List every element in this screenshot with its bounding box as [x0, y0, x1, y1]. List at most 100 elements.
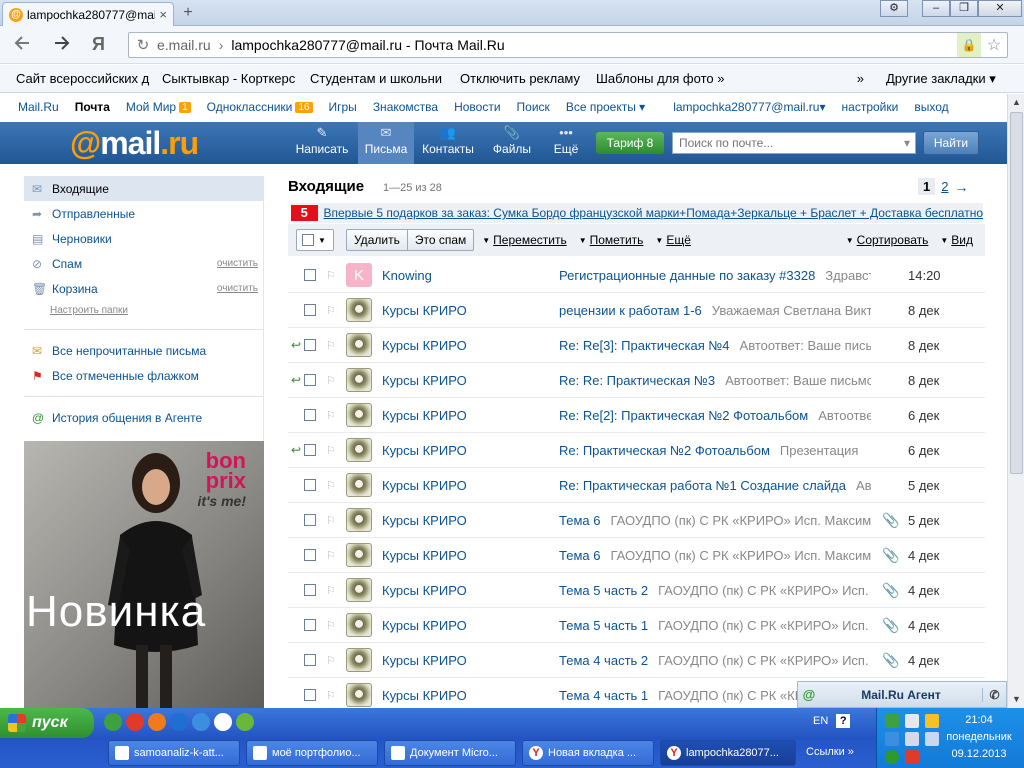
message-checkbox[interactable]	[304, 269, 316, 281]
compose-button[interactable]: ✎ Написать	[292, 122, 352, 164]
configure-folders-link[interactable]: Настроить папки	[24, 301, 264, 321]
message-subject-cell[interactable]: рецензии к работам 1-6 Уважаемая Светлана…	[559, 303, 871, 318]
portal-link-mailru[interactable]: Mail.Ru	[0, 100, 67, 114]
message-subject-cell[interactable]: Тема 5 часть 2 ГАОУДПО (пк) С РК «КРИРО» …	[559, 583, 871, 598]
clock[interactable]: 21:04 понедельник 09.12.2013	[940, 712, 1018, 763]
browser-tab[interactable]: @ lampochka280777@mail. ×	[2, 2, 174, 26]
sender-name[interactable]: Курсы КРИРО	[382, 548, 467, 563]
message-row[interactable]: ↩ ⚐ Курсы КРИРО Re: Практическая №2 Фотоаль…	[288, 433, 985, 468]
message-checkbox[interactable]	[304, 689, 316, 701]
message-row[interactable]: ⚐ Курсы КРИРО Тема 4 часть 2 ГАОУДПО (пк) С…	[288, 643, 985, 678]
agent-tray-icon[interactable]	[885, 750, 899, 764]
mailru-logo[interactable]: @mail.ru	[70, 127, 199, 159]
close-window-button[interactable]: ✕	[978, 0, 1022, 17]
opera-icon[interactable]	[126, 713, 144, 731]
message-subject-cell[interactable]: Тема 6 ГАОУДПО (пк) С РК «КРИРО» Исп. Мак…	[559, 513, 871, 528]
flag-icon[interactable]: ⚐	[326, 304, 338, 317]
portal-link-news[interactable]: Новости	[446, 100, 508, 114]
forward-button[interactable]	[50, 34, 74, 56]
delete-button[interactable]: Удалить	[346, 229, 408, 251]
portal-link-my-world[interactable]: Мой Мир 1	[118, 100, 199, 114]
attachment-icon[interactable]: 📎	[882, 547, 899, 564]
tray-icon[interactable]	[885, 714, 899, 728]
sender-name[interactable]: Курсы КРИРО	[382, 303, 467, 318]
torrent-icon[interactable]	[236, 713, 254, 731]
settings-link[interactable]: настройки	[834, 100, 907, 114]
promo-link[interactable]: Впервые 5 подарков за заказ: Сумка Бордо…	[324, 206, 984, 220]
message-checkbox[interactable]	[304, 514, 316, 526]
sender-name[interactable]: Курсы КРИРО	[382, 583, 467, 598]
bookmark-item[interactable]: Сайт всероссийских д	[0, 71, 154, 86]
sort-menu[interactable]: ▼ Сортировать	[846, 233, 929, 247]
tray-icon[interactable]	[925, 732, 939, 746]
message-subject-cell[interactable]: Re: Re: Практическая №3 Автоответ: Ваше п…	[559, 373, 871, 388]
message-checkbox[interactable]	[304, 619, 316, 631]
minimize-button[interactable]: –	[922, 0, 950, 17]
message-checkbox[interactable]	[304, 584, 316, 596]
sender-name[interactable]: Курсы КРИРО	[382, 443, 467, 458]
sender-name[interactable]: Курсы КРИРО	[382, 688, 467, 703]
page-link[interactable]: 2	[935, 179, 954, 194]
message-row[interactable]: ↩ ⚐ Курсы КРИРО Re: Re: Практическая №3 Авто…	[288, 363, 985, 398]
message-subject-cell[interactable]: Тема 5 часть 1 ГАОУДПО (пк) С РК «КРИРО» …	[559, 618, 871, 633]
bookmark-item[interactable]: Студентам и школьни	[302, 71, 452, 86]
taskbar-item[interactable]: Y Новая вкладка ...	[522, 740, 654, 766]
filter-flagged[interactable]: ⚑ Все отмеченные флажком	[24, 363, 264, 388]
firefox-icon[interactable]	[148, 713, 166, 731]
address-bar[interactable]: ↻ e.mail.ru › lampochka280777@mail.ru - …	[128, 32, 1008, 58]
select-all-checkbox[interactable]: ▼	[296, 229, 334, 251]
help-icon[interactable]: ?	[836, 714, 851, 728]
sender-name[interactable]: Курсы КРИРО	[382, 618, 467, 633]
message-row[interactable]: ⚐ Курсы КРИРО Тема 5 часть 2 ГАОУДПО (пк) С…	[288, 573, 985, 608]
portal-link-odnoklassniki[interactable]: Одноклассники 16	[199, 100, 321, 114]
flag-icon[interactable]: ⚐	[326, 549, 338, 562]
flag-icon[interactable]: ⚐	[326, 689, 338, 702]
browser-settings-button[interactable]: ⚙	[880, 0, 908, 17]
view-menu[interactable]: ▼ Вид	[940, 233, 973, 247]
media-player-icon[interactable]	[170, 713, 188, 731]
advertisement-banner[interactable]: bon prix it's me! Новинка	[24, 441, 264, 708]
bookmarks-overflow-button[interactable]: »	[730, 71, 878, 86]
folder-spam[interactable]: ⊘ Спам очистить	[24, 251, 264, 276]
attachment-icon[interactable]: 📎	[882, 617, 899, 634]
chevron-down-icon[interactable]: ▾	[899, 136, 915, 150]
message-checkbox[interactable]	[304, 304, 316, 316]
other-bookmarks-button[interactable]: Другие закладки ▾	[878, 71, 1008, 87]
portal-link-search[interactable]: Поиск	[509, 100, 558, 114]
flag-icon[interactable]: ⚐	[326, 374, 338, 387]
find-button[interactable]: Найти	[923, 131, 979, 155]
sender-name[interactable]: Курсы КРИРО	[382, 513, 467, 528]
bookmark-star-icon[interactable]: ☆	[981, 35, 1007, 55]
message-row[interactable]: ⚐ Курсы КРИРО Тема 6 ГАОУДПО (пк) С РК «КРИ…	[288, 503, 985, 538]
attachment-icon[interactable]: 📎	[882, 652, 899, 669]
sender-name[interactable]: Knowing	[382, 268, 432, 283]
network-icon[interactable]	[104, 713, 122, 731]
message-row[interactable]: ↩ ⚐ Курсы КРИРО Re: Re[3]: Практическая №4 А…	[288, 328, 985, 363]
taskbar-item[interactable]: Документ Micro...	[384, 740, 516, 766]
phone-icon[interactable]: ✆	[982, 687, 1006, 702]
portal-link-games[interactable]: Игры	[321, 100, 365, 114]
tariff-button[interactable]: Тариф 8	[596, 132, 664, 154]
message-checkbox[interactable]	[304, 374, 316, 386]
sender-name[interactable]: Курсы КРИРО	[382, 408, 467, 423]
flag-icon[interactable]: ⚐	[326, 619, 338, 632]
sender-name[interactable]: Курсы КРИРО	[382, 338, 467, 353]
folder-inbox[interactable]: ✉ Входящие	[24, 176, 264, 201]
taskbar-item[interactable]: samoanaliz-k-att...	[108, 740, 240, 766]
yandex-browser-icon[interactable]	[214, 713, 232, 731]
flag-icon[interactable]: ⚐	[326, 514, 338, 527]
message-subject-cell[interactable]: Тема 4 часть 2 ГАОУДПО (пк) С РК «КРИРО» …	[559, 653, 871, 668]
message-row[interactable]: ⚐ Курсы КРИРО Тема 6 ГАОУДПО (пк) С РК «КРИ…	[288, 538, 985, 573]
lock-icon[interactable]: 🔒	[957, 33, 981, 57]
folder-sent[interactable]: ➦ Отправленные	[24, 201, 264, 226]
internet-explorer-icon[interactable]	[192, 713, 210, 731]
sender-name[interactable]: Курсы КРИРО	[382, 653, 467, 668]
attachment-icon[interactable]: 📎	[882, 512, 899, 529]
mail-search[interactable]: ▾	[672, 132, 916, 154]
sender-name[interactable]: Курсы КРИРО	[382, 478, 467, 493]
flag-icon[interactable]: ⚐	[326, 269, 338, 282]
clear-trash-link[interactable]: очистить	[217, 283, 258, 294]
letters-button[interactable]: ✉ Письма	[358, 122, 414, 164]
message-subject-cell[interactable]: Re: Re[3]: Практическая №4 Автоответ: Ваш…	[559, 338, 871, 353]
message-subject-cell[interactable]: Re: Практическая работа №1 Создание слай…	[559, 478, 871, 493]
